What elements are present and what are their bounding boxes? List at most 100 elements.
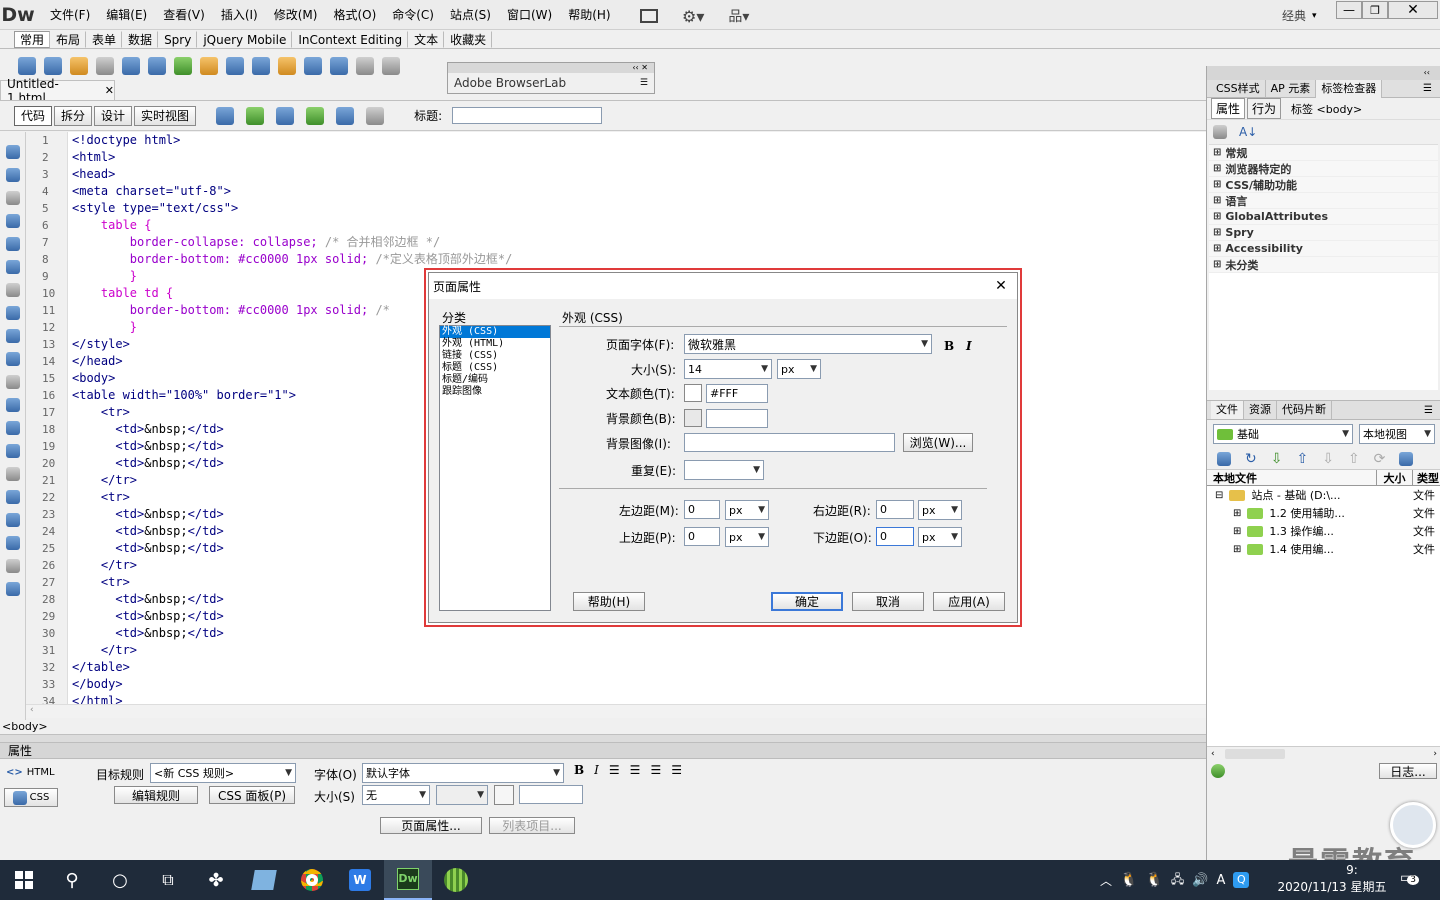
notes-app-icon[interactable] xyxy=(240,870,288,890)
inspector-group-5[interactable]: ⊞ Spry xyxy=(1209,225,1438,241)
inspector-group-6[interactable]: ⊞ Accessibility xyxy=(1209,241,1438,257)
target-rule-select[interactable]: <新 CSS 规则> ▼ xyxy=(150,763,296,783)
insert-tool-icon-8[interactable] xyxy=(226,57,244,75)
checkout-icon[interactable]: ⇩ xyxy=(1322,451,1334,467)
html-mode-button[interactable]: <> HTML xyxy=(6,767,55,778)
title-input[interactable] xyxy=(452,107,603,124)
left-margin-unit[interactable]: px ▼ xyxy=(725,500,769,520)
inspector-tab-1[interactable]: AP 元素 xyxy=(1266,79,1317,98)
editor-hscroll[interactable]: ‹ xyxy=(26,704,1206,718)
apply-button[interactable]: 应用(A) xyxy=(933,592,1005,611)
menu-item-7[interactable]: 站点(S) xyxy=(442,6,499,23)
cancel-button[interactable]: 取消 xyxy=(852,592,924,611)
pinwheel-app-icon[interactable]: ✤ xyxy=(192,870,240,891)
volume-icon[interactable]: 🔊 xyxy=(1192,873,1208,888)
task-view-icon[interactable]: ⧉ xyxy=(144,870,192,890)
layout-icon[interactable] xyxy=(640,9,658,23)
tray-expand-icon[interactable]: ︿ xyxy=(1100,872,1112,889)
category-item-5[interactable]: 跟踪图像 xyxy=(440,386,550,398)
close-window-button[interactable]: ✕ xyxy=(1388,1,1438,19)
justify-icon[interactable]: ☰ xyxy=(671,763,682,777)
size-select[interactable]: 无 ▼ xyxy=(362,785,430,805)
inspector-group-4[interactable]: ⊞ GlobalAttributes xyxy=(1209,209,1438,225)
site-icon[interactable]: 品▾ xyxy=(728,6,749,26)
insert-tab-8[interactable]: 收藏夹 xyxy=(444,31,493,48)
coding-tool-icon-1[interactable] xyxy=(5,167,20,182)
coding-tool-icon-8[interactable] xyxy=(5,328,20,343)
dialog-close-button[interactable]: ✕ xyxy=(985,278,1017,294)
qq-icon-2[interactable]: 🐧 xyxy=(1145,872,1162,888)
files-hscroll[interactable]: ‹ › xyxy=(1207,746,1440,760)
ime-indicator[interactable]: A xyxy=(1216,873,1225,888)
category-view-icon[interactable] xyxy=(1213,125,1227,139)
insert-tab-3[interactable]: 数据 xyxy=(122,31,159,48)
dialog-italic-button[interactable]: I xyxy=(966,339,972,353)
refresh-files-icon[interactable]: ↻ xyxy=(1245,451,1257,467)
tree-item[interactable]: ⊞ 1.3 操作编... 文件 xyxy=(1207,522,1440,540)
coding-tool-icon-0[interactable] xyxy=(5,144,20,159)
insert-tab-5[interactable]: jQuery Mobile xyxy=(197,31,293,48)
insert-tool-icon-1[interactable] xyxy=(44,57,62,75)
code-line[interactable]: border-collapse: collapse; /* 合并相邻边框 */ xyxy=(72,234,1192,251)
italic-button[interactable]: I xyxy=(594,763,599,777)
text-color-swatch[interactable] xyxy=(684,384,702,402)
insert-tool-icon-6[interactable] xyxy=(174,57,192,75)
help-button[interactable]: 帮助(H) xyxy=(573,592,645,611)
files-tab-1[interactable]: 资源 xyxy=(1244,401,1277,419)
insert-tool-icon-9[interactable] xyxy=(252,57,270,75)
insert-tool-icon-5[interactable] xyxy=(148,57,166,75)
insert-tool-icon-2[interactable] xyxy=(70,57,88,75)
font-size-select[interactable]: 14 ▼ xyxy=(684,359,772,379)
insert-tab-4[interactable]: Spry xyxy=(158,31,198,48)
menu-item-8[interactable]: 窗口(W) xyxy=(499,6,560,23)
inspector-group-2[interactable]: ⊞ CSS/辅助功能 xyxy=(1209,177,1438,193)
notification-button[interactable]: ▭3 xyxy=(1400,870,1419,886)
minimize-button[interactable]: — xyxy=(1336,1,1362,19)
code-line[interactable]: <td>&nbsp;</td> xyxy=(72,625,1192,642)
view-button-3[interactable]: 实时视图 xyxy=(134,105,197,126)
insert-tool-icon-10[interactable] xyxy=(278,57,296,75)
log-button[interactable]: 日志... xyxy=(1379,763,1437,779)
code-line[interactable]: table { xyxy=(72,217,1192,234)
edit-rule-button[interactable]: 编辑规则 xyxy=(114,786,198,804)
tree-root[interactable]: ⊟ 站点 - 基础 (D:\... 文件 xyxy=(1207,486,1440,504)
repeat-select[interactable]: ▼ xyxy=(684,460,764,480)
browser-preview-icon[interactable] xyxy=(246,106,265,125)
col-local-files[interactable]: 本地文件 xyxy=(1207,469,1377,486)
gear-icon[interactable]: ⚙▾ xyxy=(682,7,704,26)
browse-button[interactable]: 浏览(W)... xyxy=(903,433,973,452)
font-select[interactable]: 默认字体 ▼ xyxy=(362,763,564,783)
sync-icon[interactable]: ⟳ xyxy=(1374,451,1386,467)
coding-tool-icon-15[interactable] xyxy=(5,489,20,504)
search-icon[interactable]: ⚲ xyxy=(48,870,96,891)
align-right-icon[interactable]: ☰ xyxy=(650,763,661,777)
right-margin-input[interactable]: 0 xyxy=(876,500,914,519)
category-item-3[interactable]: 标题 (CSS) xyxy=(440,362,550,374)
assistant-avatar[interactable] xyxy=(1390,802,1436,848)
doc-tab[interactable]: Untitled-1.html ✕ xyxy=(0,77,115,105)
melon-app-icon[interactable] xyxy=(432,868,480,892)
visual-aids-icon[interactable] xyxy=(336,106,355,125)
code-line[interactable]: <!doctype html> xyxy=(72,132,1192,149)
category-list[interactable]: 外观 (CSS) 外观 (HTML) 链接 (CSS) 标题 (CSS) 标题/编码 跟踪… xyxy=(439,325,551,611)
inspector-subtab-1[interactable]: 行为 xyxy=(1247,98,1282,119)
coding-tool-icon-2[interactable] xyxy=(5,190,20,205)
bg-color-swatch[interactable] xyxy=(684,409,702,427)
menu-item-5[interactable]: 格式(O) xyxy=(325,6,384,23)
sort-icon[interactable]: A↓ xyxy=(1239,125,1257,139)
bg-image-input[interactable] xyxy=(684,433,895,452)
coding-tool-icon-14[interactable] xyxy=(5,466,20,481)
insert-tool-icon-0[interactable] xyxy=(18,57,36,75)
font-size-unit-select[interactable]: px ▼ xyxy=(777,359,821,379)
insert-tool-icon-3[interactable] xyxy=(96,57,114,75)
put-icon[interactable]: ⇧ xyxy=(1296,451,1308,467)
coding-tool-icon-13[interactable] xyxy=(5,443,20,458)
multiscreen-icon[interactable] xyxy=(216,106,235,125)
coding-tool-icon-18[interactable] xyxy=(5,558,20,573)
text-color-input[interactable]: #FFF xyxy=(706,384,768,403)
dreamweaver-taskbar-icon[interactable]: Dw xyxy=(384,860,432,900)
color-swatch[interactable] xyxy=(494,785,514,805)
coding-tool-icon-12[interactable] xyxy=(5,420,20,435)
coding-tool-icon-9[interactable] xyxy=(5,351,20,366)
inspector-group-1[interactable]: ⊞ 浏览器特定的 xyxy=(1209,161,1438,177)
